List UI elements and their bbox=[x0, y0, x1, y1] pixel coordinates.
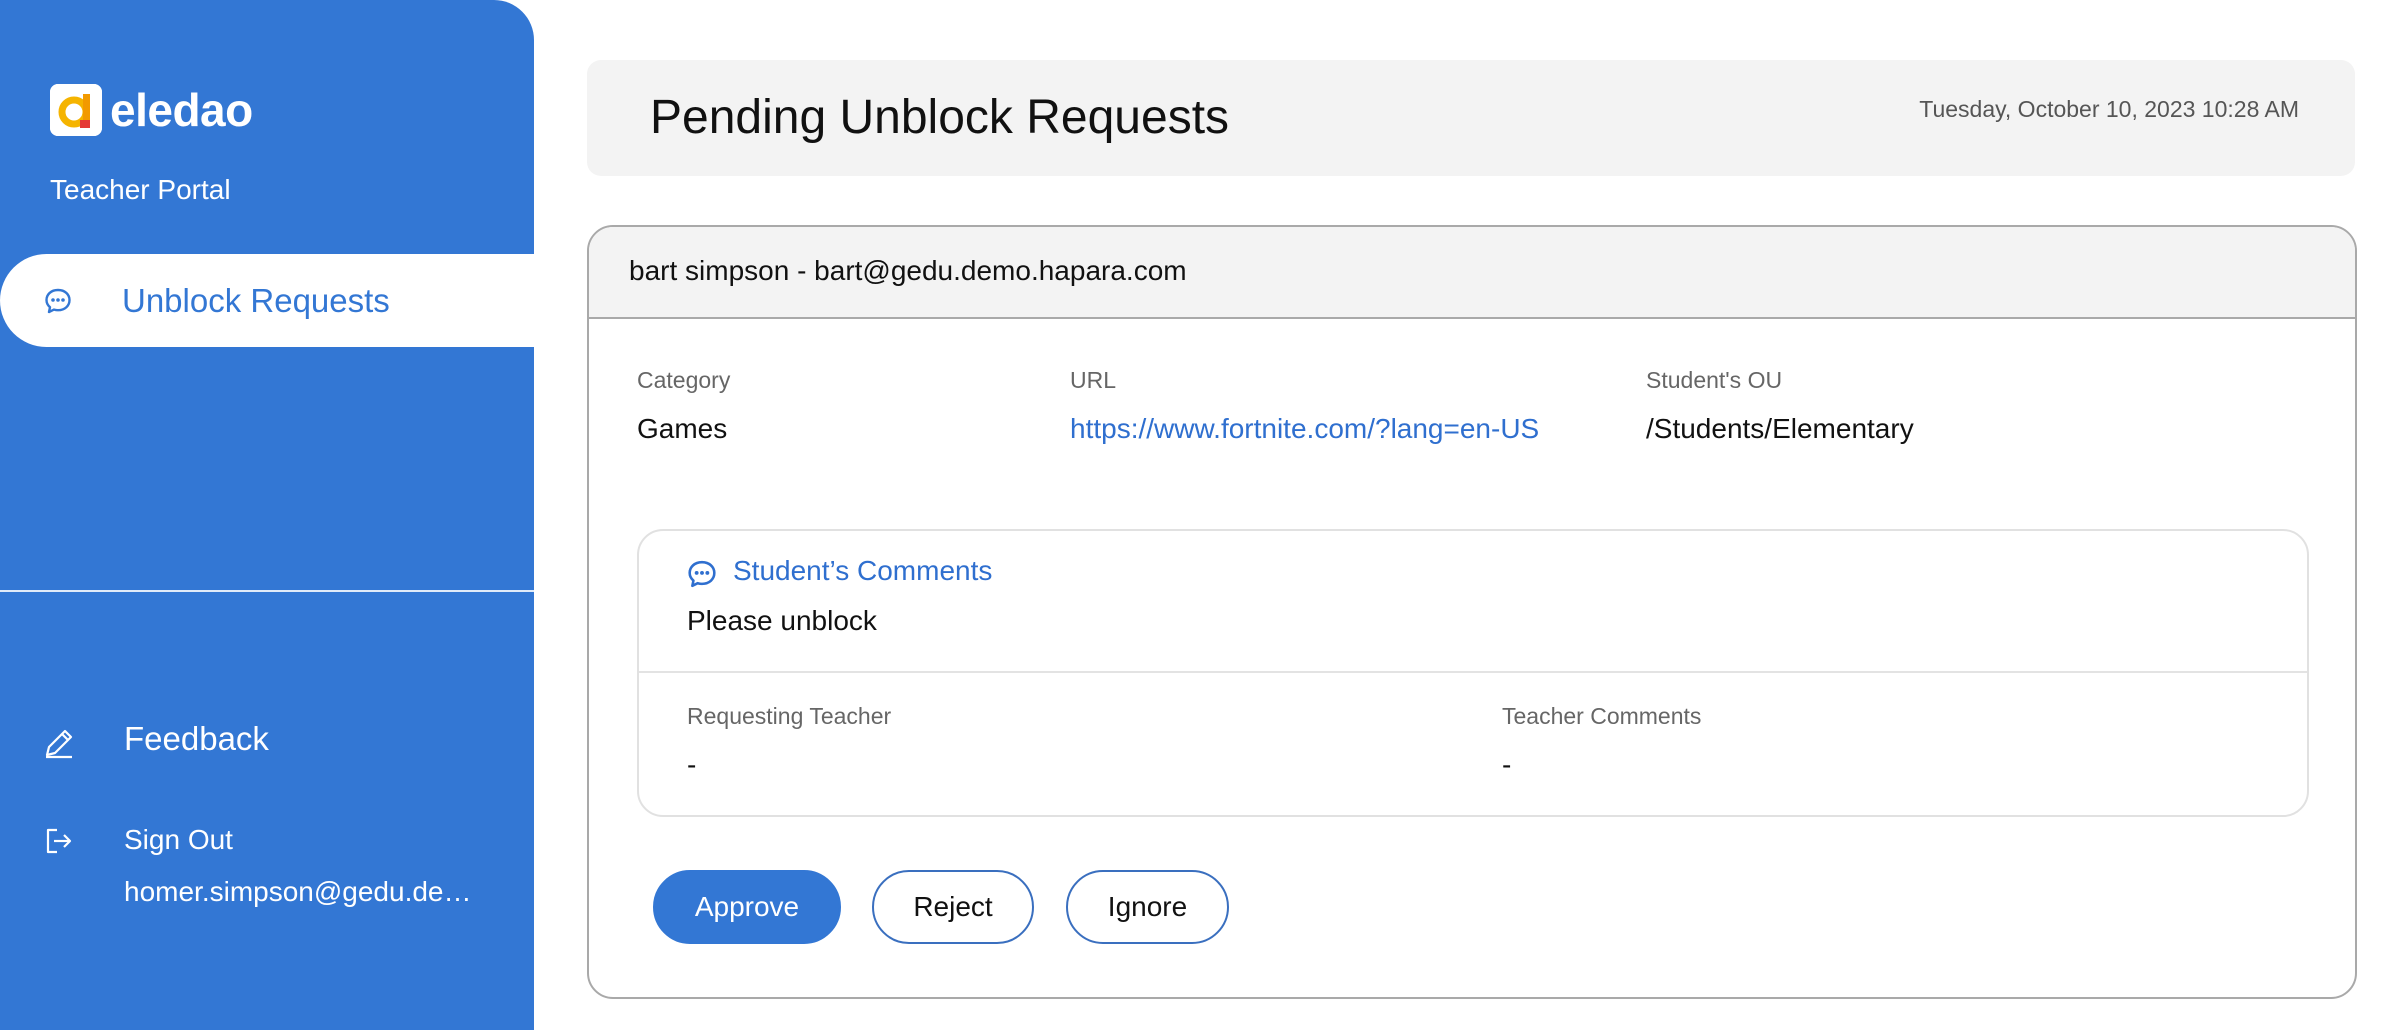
chat-bubble-icon bbox=[687, 559, 717, 589]
student-ou-value: /Students/Elementary bbox=[1646, 413, 1914, 444]
portal-label: Teacher Portal bbox=[50, 174, 231, 205]
category-value: Games bbox=[637, 413, 728, 444]
requesting-teacher-value: - bbox=[687, 749, 697, 780]
sidebar-item-feedback[interactable]: Feedback bbox=[0, 716, 534, 766]
student-ou-label: Student's OU bbox=[1646, 367, 1783, 393]
category-label: Category bbox=[637, 367, 731, 393]
sign-out-icon bbox=[42, 824, 76, 858]
sidebar-item-label: Sign Out bbox=[124, 824, 233, 855]
page-title: Pending Unblock Requests bbox=[650, 91, 1230, 144]
sidebar-item-label: Feedback bbox=[124, 720, 269, 757]
url-label: URL bbox=[1070, 367, 1117, 393]
brand-name: eledao bbox=[110, 84, 253, 136]
teacher-comments-value: - bbox=[1502, 749, 1512, 780]
approve-button[interactable]: Approve bbox=[653, 870, 841, 944]
request-card-header: bart simpson - bart@gedu.demo.hapara.com bbox=[589, 227, 2355, 319]
page-header: Pending Unblock Requests Tuesday, Octobe… bbox=[587, 60, 2355, 176]
student-comments-panel: Student’s Comments Please unblock Reques… bbox=[637, 529, 2309, 817]
sidebar: eledao Teacher Portal Unblock Requests F… bbox=[0, 0, 534, 1030]
student-comments-title: Student’s Comments bbox=[733, 555, 993, 586]
reject-button[interactable]: Reject bbox=[872, 870, 1034, 944]
student-identity: bart simpson - bart@gedu.demo.hapara.com bbox=[629, 255, 1187, 286]
ignore-button[interactable]: Ignore bbox=[1066, 870, 1229, 944]
chat-bubble-icon bbox=[44, 287, 72, 315]
teacher-comments-label: Teacher Comments bbox=[1502, 703, 1702, 729]
user-email: homer.simpson@gedu.demo.hapara.com bbox=[124, 876, 474, 907]
page-datetime: Tuesday, October 10, 2023 10:28 AM bbox=[1919, 96, 2299, 122]
sidebar-item-label: Unblock Requests bbox=[122, 282, 390, 319]
sidebar-item-sign-out[interactable]: Sign Out bbox=[0, 818, 534, 868]
sidebar-divider bbox=[0, 590, 534, 592]
comments-divider bbox=[639, 671, 2307, 673]
pencil-icon bbox=[42, 726, 76, 760]
student-comment-text: Please unblock bbox=[687, 605, 877, 636]
url-link[interactable]: https://www.fortnite.com/?lang=en-US bbox=[1070, 413, 1539, 445]
requesting-teacher-label: Requesting Teacher bbox=[687, 703, 892, 729]
brand-logo[interactable]: eledao bbox=[50, 84, 253, 136]
sidebar-item-unblock-requests[interactable]: Unblock Requests bbox=[0, 254, 534, 347]
eledao-logo-icon bbox=[50, 84, 102, 136]
request-card: bart simpson - bart@gedu.demo.hapara.com… bbox=[587, 225, 2357, 999]
